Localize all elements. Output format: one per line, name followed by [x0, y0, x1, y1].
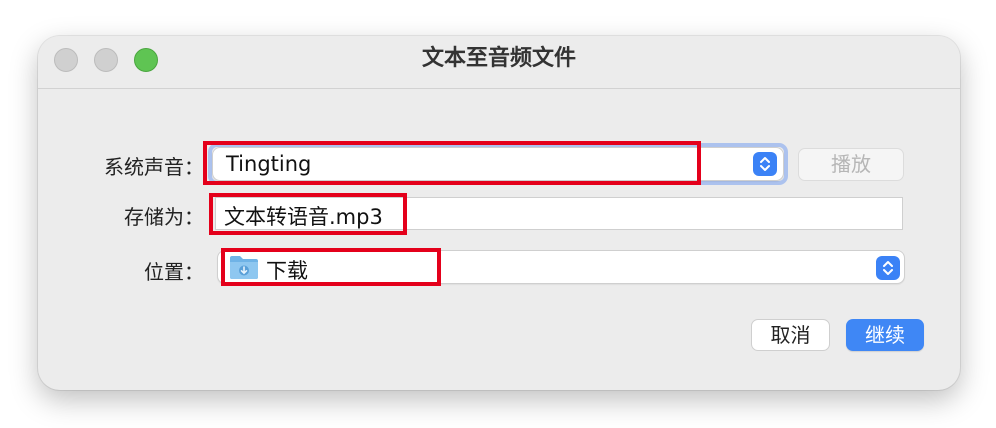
- text-to-audio-dialog: 文本至音频文件 系统声音： Tingting 播放 存储为： 文本转语音.mp3…: [38, 36, 960, 390]
- downloads-folder-icon: [229, 254, 259, 280]
- save-as-label: 存储为：: [124, 205, 204, 229]
- system-voice-label: 系统声音：: [104, 155, 204, 179]
- save-as-value: 文本转语音.mp3: [224, 205, 383, 229]
- continue-button[interactable]: 继续: [846, 319, 924, 351]
- window-title: 文本至音频文件: [421, 46, 576, 71]
- title-bar: 文本至音频文件: [38, 36, 960, 89]
- up-down-chevron-icon: [753, 152, 777, 176]
- system-voice-value: Tingting: [226, 152, 312, 176]
- location-popup[interactable]: 下载: [217, 250, 905, 284]
- system-voice-popup[interactable]: Tingting: [212, 147, 784, 181]
- location-value: 下载: [266, 259, 308, 283]
- location-label: 位置：: [144, 260, 204, 284]
- play-button[interactable]: 播放: [798, 148, 904, 181]
- save-as-field[interactable]: 文本转语音.mp3: [215, 197, 903, 230]
- cancel-button[interactable]: 取消: [751, 319, 830, 351]
- up-down-chevron-icon: [876, 256, 900, 280]
